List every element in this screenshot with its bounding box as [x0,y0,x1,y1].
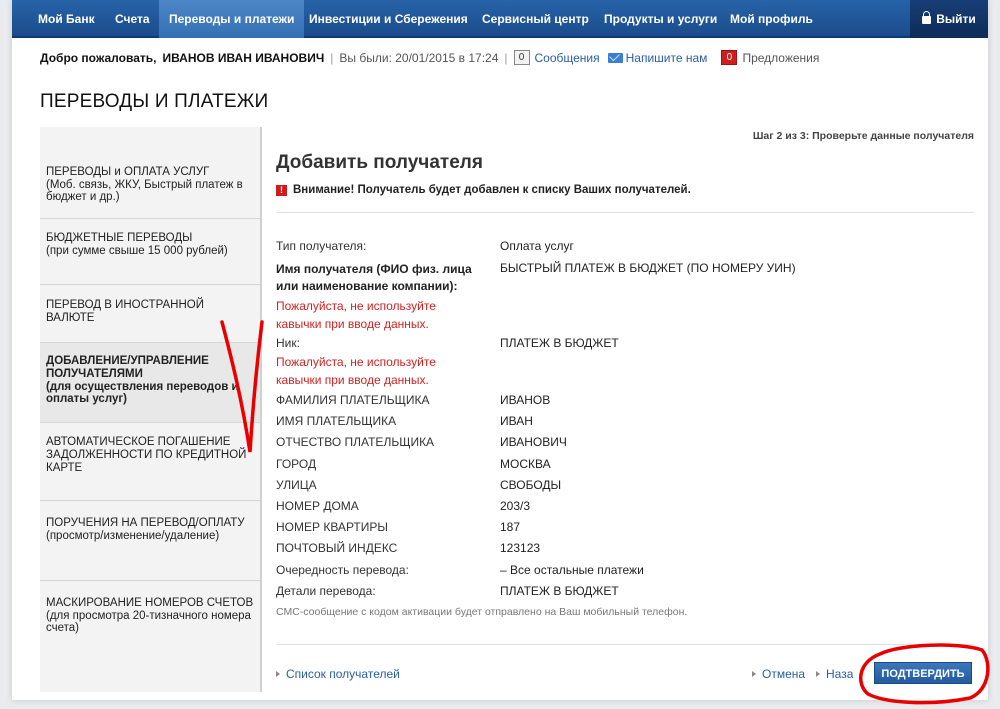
sms-note: СМС-сообщение с кодом активации будет от… [276,606,688,618]
field-value: МОСКВА [500,457,551,471]
field-value: ИВАН [500,414,533,428]
sidebar-item-label: БЮДЖЕТНЫЕ ПЕРЕВОДЫ [46,232,193,244]
quotes-hint: Пожалуйста, не используйте кавычки при в… [276,299,436,331]
field-value: БЫСТРЫЙ ПЛАТЕЖ В БЮДЖЕТ (ПО НОМЕРУ УИН) [500,261,796,275]
field-label: УЛИЦА [276,478,317,492]
field-value: ПЛАТЕЖ В БЮДЖЕТ [500,336,619,350]
field-label: Имя получателя (ФИО физ. лица или наимен… [276,262,472,293]
arrow-right-icon [752,671,756,677]
divider: | [330,50,334,65]
field-value: 203/3 [500,499,531,513]
cancel-label: Отмена [762,667,806,681]
nav-products[interactable]: Продукты и услуги [604,0,717,38]
step-indicator: Шаг 2 из 3: Проверьте данные получателя [752,130,974,142]
nav-transfers-payments[interactable]: Переводы и платежи [159,0,305,38]
field-label: ГОРОД [276,457,317,471]
envelope-icon [607,52,623,63]
sidebar-item-masking[interactable]: МАСКИРОВАНИЕ НОМЕРОВ СЧЕТОВ (для просмот… [40,581,260,661]
sidebar-item-label: ПЕРЕВОДЫ и ОПЛАТА УСЛУГ [46,166,210,178]
sidebar-item-auto-repayment[interactable]: АВТОМАТИЧЕСКОЕ ПОГАШЕНИЕ ЗАДОЛЖЕННОСТИ П… [40,423,260,501]
field-label: ПОЧТОВЫЙ ИНДЕКС [276,541,398,555]
sidebar-item-label: ПОРУЧЕНИЯ НА ПЕРЕВОД/ОПЛАТУ [46,517,245,529]
sidebar-item-label: ПЕРЕВОД В ИНОСТРАННОЙ ВАЛЮТЕ [46,299,204,324]
cancel-link[interactable]: Отмена [752,667,805,681]
nav-investments[interactable]: Инвестиции и Сбережения [309,0,468,38]
nav-accounts[interactable]: Счета [115,0,150,38]
back-label: Наза [826,667,854,681]
field-label: НОМЕР ДОМА [276,499,359,513]
sidebar-item-sublabel: (при сумме свыше 15 000 рублей) [46,245,228,257]
field-value: Оплата услуг [500,239,574,253]
sidebar-item-label: ДОБАВЛЕНИЕ/УПРАВЛЕНИЕ ПОЛУЧАТЕЛЯМИ [46,355,209,380]
warning-message: ! Внимание! Получатель будет добавлен к … [276,184,691,196]
field-label: Тип получателя: [276,239,367,253]
field-value: ИВАНОВИЧ [500,435,567,449]
welcome-bar: Добро пожаловать, ИВАНОВ ИВАН ИВАНОВИЧ |… [40,50,819,65]
messages-count-badge: 0 [513,50,530,65]
sidebar-item-budget-transfers[interactable]: БЮДЖЕТНЫЕ ПЕРЕВОДЫ (при сумме свыше 15 0… [40,219,260,285]
field-label: ФАМИЛИЯ ПЛАТЕЛЬЩИКА [276,393,430,407]
logout-label: Выйти [936,12,976,26]
logout-button[interactable]: Выйти [910,0,988,38]
user-name: ИВАНОВ ИВАН ИВАНОВИЧ [162,50,325,65]
field-label: Ник: [276,336,300,350]
divider [276,212,974,213]
sidebar-item-sublabel: (просмотр/изменение/удаление) [46,530,220,542]
warning-text: Внимание! Получатель будет добавлен к сп… [293,184,691,196]
sidebar-item-foreign-currency[interactable]: ПЕРЕВОД В ИНОСТРАННОЙ ВАЛЮТЕ [40,285,260,343]
page-frame: Мой Банк Счета Переводы и платежи Инвест… [12,0,988,700]
arrow-right-icon [276,671,280,677]
lock-icon [922,11,932,24]
last-visit: Вы были: 20/01/2015 в 17:24 [339,50,499,65]
field-label: НОМЕР КВАРТИРЫ [276,520,388,534]
sidebar-item-transfers-services[interactable]: ПЕРЕВОДЫ и ОПЛАТА УСЛУГ (Моб. связь, ЖКУ… [40,161,260,219]
recipients-list-link[interactable]: Список получателей [276,667,400,681]
divider: | [504,50,508,65]
field-value: 187 [500,520,521,534]
arrow-right-icon [816,671,820,677]
sidebar-item-sublabel: (для осуществления переводов и оплаты ус… [46,381,239,405]
top-navigation: Мой Банк Счета Переводы и платежи Инвест… [12,0,988,38]
sidebar-item-recipients[interactable]: ДОБАВЛЕНИЕ/УПРАВЛЕНИЕ ПОЛУЧАТЕЛЯМИ (для … [40,343,260,423]
sidebar-item-orders[interactable]: ПОРУЧЕНИЯ НА ПЕРЕВОД/ОПЛАТУ (просмотр/из… [40,501,260,581]
exclamation-icon: ! [276,184,287,196]
field-label: ОТЧЕСТВО ПЛАТЕЛЬЩИКА [276,435,435,449]
sidebar-item-label: АВТОМАТИЧЕСКОЕ ПОГАШЕНИЕ ЗАДОЛЖЕННОСТИ П… [46,436,247,474]
field-label: Детали перевода: [276,584,376,598]
sidebar-item-sublabel: (для просмотра 20-тизначного номера счет… [46,610,251,634]
field-value: ИВАНОВ [500,393,551,407]
recipients-list-label: Список получателей [286,667,400,681]
field-value: ПЛАТЕЖ В БЮДЖЕТ [500,584,619,598]
field-label: Очередность перевода: [276,563,409,577]
sidebar: ПЕРЕВОДЫ и ОПЛАТА УСЛУГ (Моб. связь, ЖКУ… [40,127,260,692]
write-us-link[interactable]: Напишите нам [626,51,708,65]
messages-link[interactable]: Сообщения [535,51,600,65]
sidebar-item-label: МАСКИРОВАНИЕ НОМЕРОВ СЧЕТОВ [46,597,254,609]
page-title: ПЕРЕВОДЫ И ПЛАТЕЖИ [40,91,269,112]
quotes-hint: Пожалуйста, не используйте кавычки при в… [276,355,436,387]
offers-link[interactable]: Предложения [742,51,819,65]
sidebar-item-sublabel: (Моб. связь, ЖКУ, Быстрый платеж в бюдже… [46,179,243,203]
divider [276,644,974,645]
nav-my-bank[interactable]: Мой Банк [38,0,95,38]
field-value: 123123 [500,541,541,555]
confirm-button[interactable]: ПОДТВЕРДИТЬ [874,662,972,684]
offers-count-badge: 0 [721,50,738,65]
nav-my-profile[interactable]: Мой профиль [730,0,813,38]
form-heading: Добавить получателя [276,152,483,173]
welcome-greeting: Добро пожаловать, [40,50,157,65]
nav-service-center[interactable]: Сервисный центр [482,0,589,38]
field-label: ИМЯ ПЛАТЕЛЬЩИКА [276,414,397,428]
back-link[interactable]: Наза [816,667,853,681]
content-divider [260,127,262,692]
field-value: СВОБОДЫ [500,478,562,492]
field-value: – Все остальные платежи [500,563,644,577]
